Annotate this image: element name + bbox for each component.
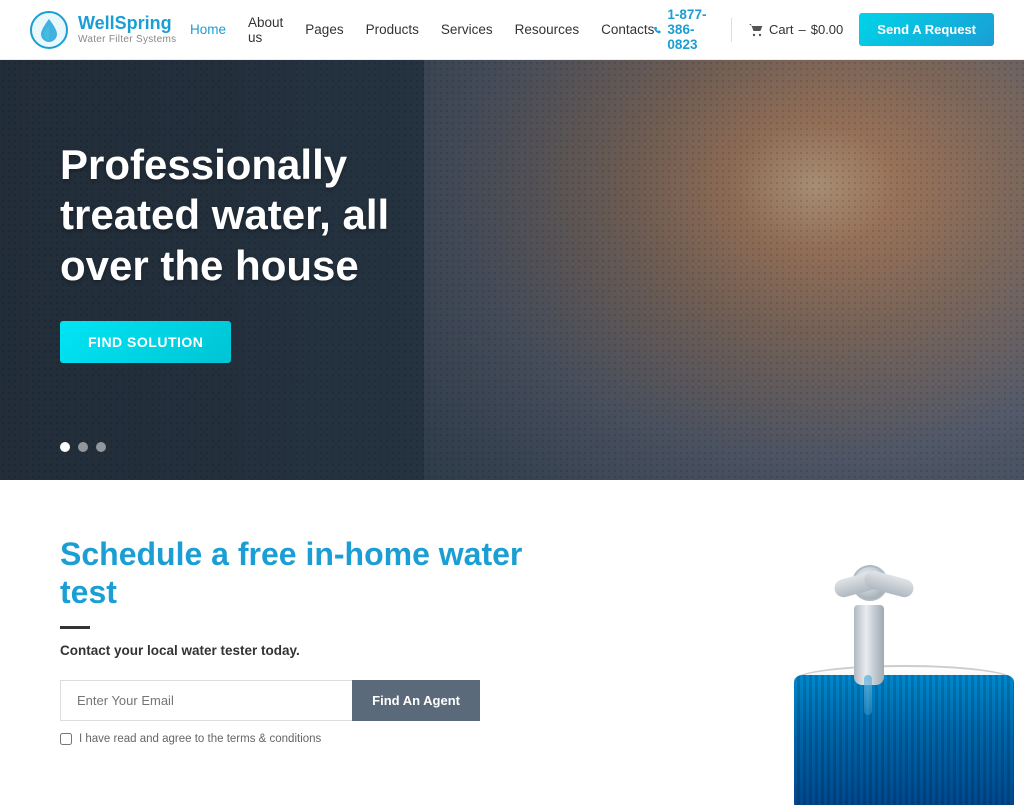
- brand-tagline: Water Filter Systems: [78, 34, 176, 45]
- faucet-spout: [854, 605, 884, 685]
- terms-checkbox-area: I have read and agree to the terms & con…: [60, 733, 560, 745]
- header-divider: [731, 18, 732, 42]
- logo-area[interactable]: WellSpring Water Filter Systems: [30, 11, 190, 49]
- cart-label: Cart: [769, 22, 794, 37]
- nav-item-contacts[interactable]: Contacts: [601, 22, 654, 37]
- hero-content: Professionally treated water, all over t…: [0, 60, 520, 443]
- section-title: Schedule a free in-home water test: [60, 535, 560, 612]
- brand-name: WellSpring: [78, 14, 176, 34]
- cart-separator: –: [799, 22, 806, 37]
- water-test-section: Schedule a free in-home water test Conta…: [0, 480, 1024, 805]
- hero-dots-nav: [60, 442, 106, 452]
- logo-icon: [30, 11, 68, 49]
- email-input[interactable]: [60, 680, 352, 721]
- nav-item-about[interactable]: About us: [248, 15, 283, 45]
- nav-item-resources[interactable]: Resources: [515, 22, 580, 37]
- header-right: 1-877-386-0823 Cart – $0.00 Send A Reque…: [654, 7, 994, 52]
- slide-dot-1[interactable]: [60, 442, 70, 452]
- cart-icon: [748, 23, 764, 37]
- email-form: Find An Agent: [60, 680, 480, 721]
- filter-cylinder: [794, 675, 1014, 805]
- find-agent-button[interactable]: Find An Agent: [352, 680, 480, 721]
- hero-title: Professionally treated water, all over t…: [60, 140, 460, 291]
- main-nav: Home About us Pages Products Services Re…: [190, 15, 654, 45]
- faucet-image-area: [624, 505, 1024, 805]
- faucet-body: [834, 565, 914, 685]
- nav-item-services[interactable]: Services: [441, 22, 493, 37]
- logo-text-group: WellSpring Water Filter Systems: [78, 14, 176, 45]
- nav-item-home[interactable]: Home: [190, 22, 226, 37]
- find-solution-button[interactable]: Find Solution: [60, 321, 231, 363]
- nav-item-products[interactable]: Products: [366, 22, 419, 37]
- send-request-button[interactable]: Send A Request: [859, 13, 994, 46]
- section-divider: [60, 626, 90, 629]
- phone-number: 1-877-386-0823: [667, 7, 715, 52]
- water-test-content: Schedule a free in-home water test Conta…: [60, 535, 560, 745]
- slide-dot-3[interactable]: [96, 442, 106, 452]
- phone-icon: [654, 23, 661, 37]
- cart-area[interactable]: Cart – $0.00: [748, 22, 843, 37]
- phone-area[interactable]: 1-877-386-0823: [654, 7, 715, 52]
- slide-dot-2[interactable]: [78, 442, 88, 452]
- terms-label: I have read and agree to the terms & con…: [79, 733, 321, 745]
- hero-section: Professionally treated water, all over t…: [0, 60, 1024, 480]
- site-header: WellSpring Water Filter Systems Home Abo…: [0, 0, 1024, 60]
- terms-checkbox[interactable]: [60, 733, 72, 745]
- nav-item-pages[interactable]: Pages: [305, 22, 343, 37]
- section-subtitle: Contact your local water tester today.: [60, 643, 560, 658]
- faucet-illustration: [624, 505, 1024, 805]
- cart-amount: $0.00: [811, 22, 844, 37]
- water-stream: [864, 675, 872, 715]
